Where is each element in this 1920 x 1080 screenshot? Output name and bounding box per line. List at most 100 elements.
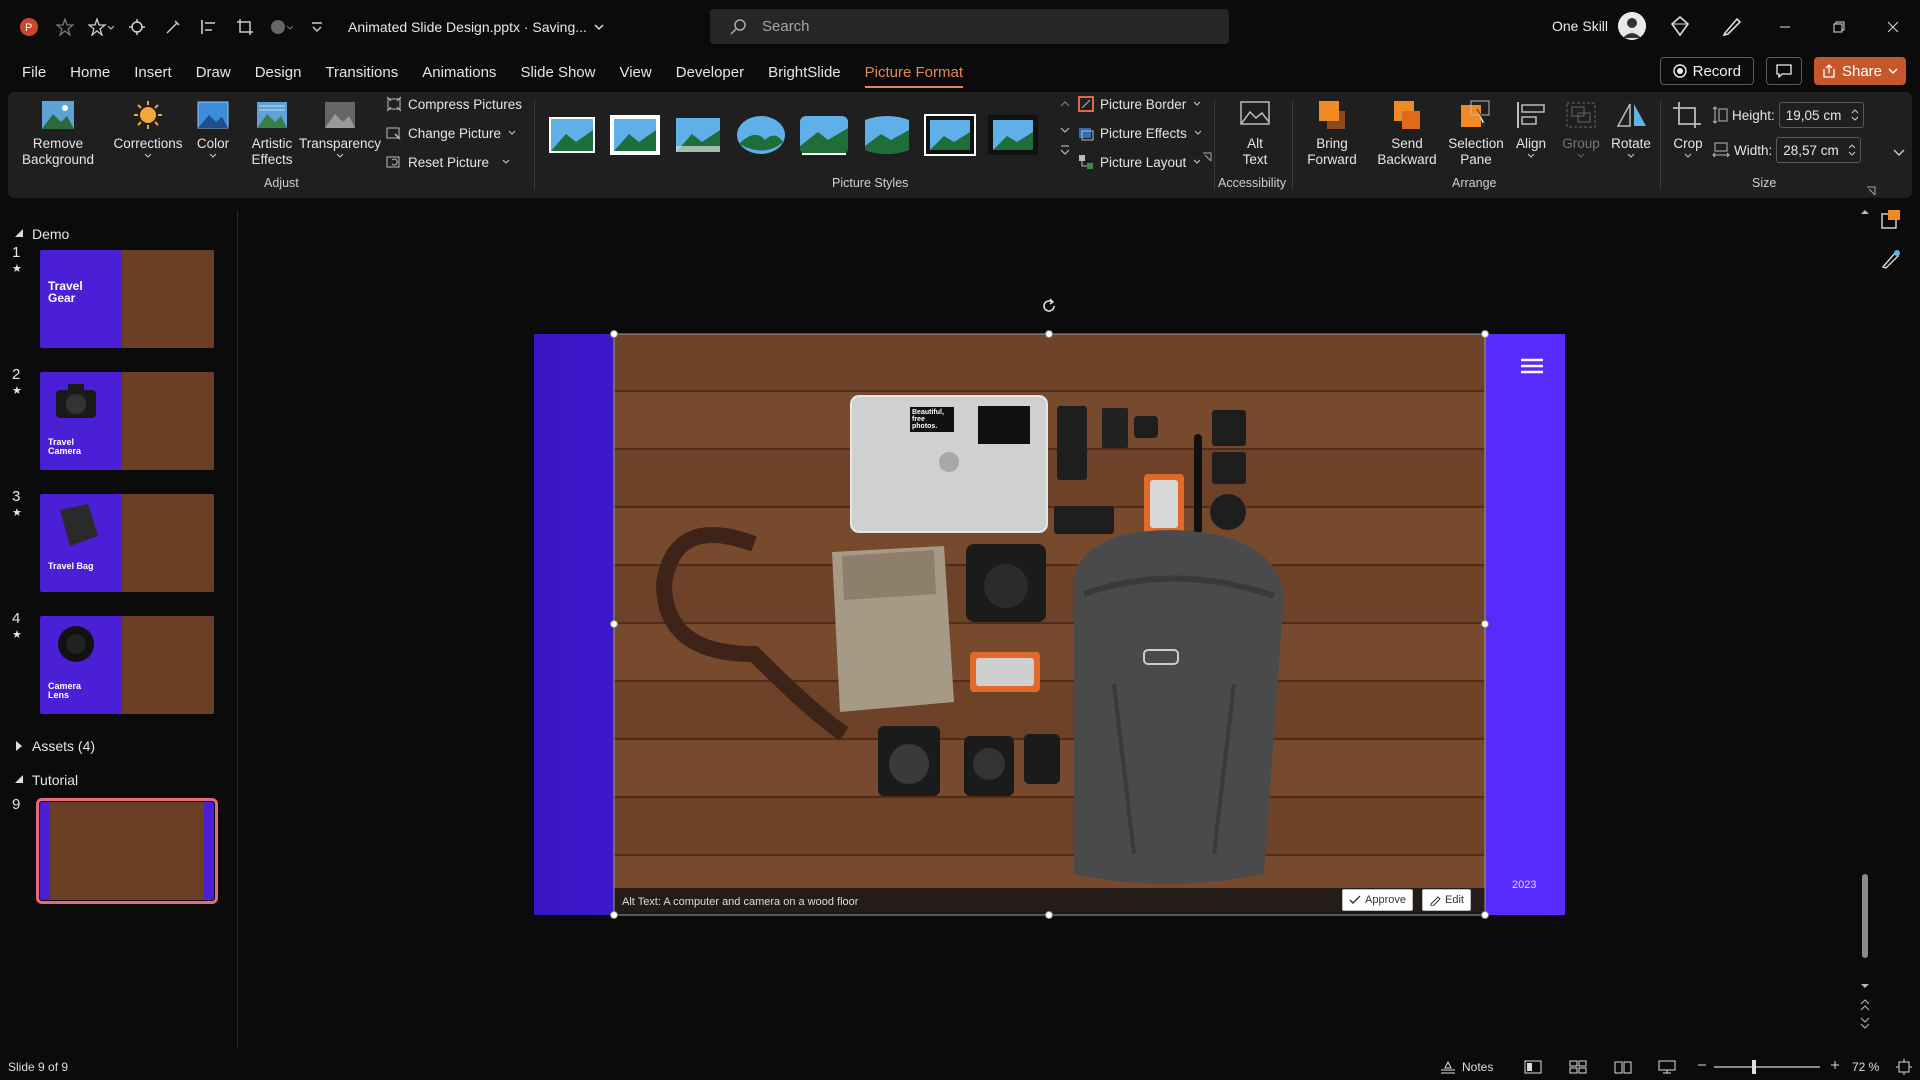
send-backward-button[interactable]: Send Backward <box>1370 98 1444 168</box>
picture-style-thumbnail[interactable] <box>672 114 724 156</box>
vertical-scrollbar[interactable] <box>1858 204 1872 1034</box>
artistic-effects-button[interactable]: Artistic Effects <box>240 98 304 168</box>
dialog-launcher-icon[interactable] <box>1866 186 1876 196</box>
resize-handle[interactable] <box>610 620 618 628</box>
record-button[interactable]: Record <box>1659 57 1754 85</box>
resize-handle[interactable] <box>610 911 618 919</box>
group-button[interactable]: Group <box>1558 98 1604 160</box>
account-area[interactable]: One Skill <box>1552 12 1647 40</box>
slideshow-icon[interactable] <box>1658 1060 1676 1074</box>
align-button[interactable]: Align <box>1508 98 1554 160</box>
styles-gallery-scroll[interactable] <box>1058 98 1072 158</box>
compress-pictures-button[interactable]: Compress Pictures <box>386 96 522 112</box>
tab-picture-format[interactable]: Picture Format <box>853 54 975 90</box>
resize-handle[interactable] <box>1045 330 1053 338</box>
zoom-in-icon[interactable] <box>1830 1060 1840 1070</box>
picture-style-thumbnail[interactable] <box>798 114 850 156</box>
corrections-button[interactable]: Corrections <box>112 98 184 160</box>
avatar[interactable] <box>1618 12 1647 40</box>
section-tutorial[interactable]: Tutorial <box>14 772 78 788</box>
minimize-icon[interactable] <box>1758 0 1812 54</box>
picture-effects-button[interactable]: Picture Effects <box>1078 125 1203 141</box>
notes-button[interactable]: Notes <box>1440 1060 1493 1074</box>
picture-style-thumbnail[interactable] <box>987 114 1039 156</box>
reading-view-icon[interactable] <box>1614 1060 1632 1074</box>
section-assets[interactable]: Assets (4) <box>14 738 95 754</box>
slide-thumbnail-9[interactable] <box>36 798 218 904</box>
search-box[interactable]: Search <box>710 9 1229 44</box>
picture-layout-button[interactable]: Picture Layout <box>1078 154 1202 170</box>
pen-icon[interactable] <box>1720 14 1744 38</box>
normal-view-icon[interactable] <box>1524 1060 1542 1074</box>
slide-thumbnail-2[interactable]: Travel Camera <box>40 372 214 470</box>
resize-handle[interactable] <box>1481 330 1489 338</box>
rotate-button[interactable]: Rotate <box>1606 98 1656 160</box>
align-icon[interactable] <box>196 14 222 40</box>
tab-slide-show[interactable]: Slide Show <box>508 54 607 90</box>
tab-transitions[interactable]: Transitions <box>313 54 410 90</box>
magic-icon[interactable] <box>160 14 186 40</box>
crop-icon[interactable] <box>232 14 258 40</box>
zoom-out-icon[interactable] <box>1697 1060 1707 1070</box>
design-ideas-icon[interactable] <box>1880 208 1902 230</box>
transparency-button[interactable]: Transparency <box>298 98 382 160</box>
picture-style-thumbnail[interactable] <box>735 114 787 156</box>
height-input[interactable]: 19,05 cm <box>1778 102 1864 128</box>
selection-pane-button[interactable]: Selection Pane <box>1446 98 1506 168</box>
tab-developer[interactable]: Developer <box>664 54 756 90</box>
resize-handle[interactable] <box>1481 620 1489 628</box>
remove-background-button[interactable]: Remove Background <box>22 98 94 168</box>
slide-thumbnail-1[interactable]: Travel Gear <box>40 250 214 348</box>
document-title[interactable]: Animated Slide Design.pptx · Saving... <box>348 19 605 35</box>
bring-forward-button[interactable]: Bring Forward <box>1298 98 1366 168</box>
resize-handle[interactable] <box>1481 911 1489 919</box>
resize-handle[interactable] <box>610 330 618 338</box>
selected-picture[interactable]: Beautiful, free photos. <box>614 334 1485 915</box>
edit-button[interactable]: Edit <box>1422 889 1471 911</box>
zoom-level[interactable]: 72 % <box>1852 1060 1879 1074</box>
picture-border-button[interactable]: Picture Border <box>1078 96 1202 112</box>
hamburger-menu-icon[interactable] <box>1521 358 1543 374</box>
customize-qat-icon[interactable] <box>304 14 330 40</box>
dialog-launcher-icon[interactable] <box>1202 152 1212 162</box>
resize-handle[interactable] <box>1045 911 1053 919</box>
tab-insert[interactable]: Insert <box>122 54 184 90</box>
tab-draw[interactable]: Draw <box>184 54 243 90</box>
section-demo[interactable]: Demo <box>14 226 69 242</box>
slide-thumbnail-3[interactable]: Travel Bag <box>40 494 214 592</box>
zoom-slider-thumb[interactable] <box>1752 1060 1756 1074</box>
share-button[interactable]: Share <box>1813 57 1906 85</box>
alt-text-button[interactable]: Alt Text <box>1228 98 1282 168</box>
tab-brightslide[interactable]: BrightSlide <box>756 54 853 90</box>
tab-view[interactable]: View <box>607 54 663 90</box>
picture-style-thumbnail[interactable] <box>861 114 913 156</box>
comments-button[interactable] <box>1765 57 1802 85</box>
spinner-icon[interactable] <box>1851 107 1859 123</box>
restore-icon[interactable] <box>1812 0 1866 54</box>
picture-style-thumbnail[interactable] <box>924 114 976 156</box>
change-picture-button[interactable]: Change Picture <box>386 125 517 141</box>
picture-style-thumbnail[interactable] <box>609 114 661 156</box>
width-input[interactable]: 28,57 cm <box>1776 137 1862 163</box>
fit-to-window-icon[interactable] <box>1896 1059 1912 1075</box>
tab-home[interactable]: Home <box>58 54 122 90</box>
designer-pen-icon[interactable] <box>1880 248 1902 270</box>
color-button[interactable]: Color <box>190 98 236 160</box>
tab-design[interactable]: Design <box>243 54 314 90</box>
slide-sorter-icon[interactable] <box>1569 1060 1587 1074</box>
reset-picture-button[interactable]: Reset Picture <box>386 154 511 170</box>
rotate-handle-icon[interactable] <box>1041 298 1057 314</box>
tab-file[interactable]: File <box>10 54 58 90</box>
approve-button[interactable]: Approve <box>1342 889 1413 911</box>
diamond-icon[interactable] <box>1668 14 1692 38</box>
crop-button[interactable]: Crop <box>1666 98 1710 160</box>
spinner-icon[interactable] <box>1848 142 1856 158</box>
shape-icon[interactable] <box>268 14 294 40</box>
star-dropdown-icon[interactable] <box>88 14 114 40</box>
collapse-ribbon-icon[interactable] <box>1892 148 1906 158</box>
star-outline-icon[interactable] <box>52 14 78 40</box>
tab-animations[interactable]: Animations <box>410 54 508 90</box>
zoom-slider[interactable] <box>1714 1060 1820 1074</box>
picture-style-thumbnail[interactable] <box>546 114 598 156</box>
target-icon[interactable] <box>124 14 150 40</box>
